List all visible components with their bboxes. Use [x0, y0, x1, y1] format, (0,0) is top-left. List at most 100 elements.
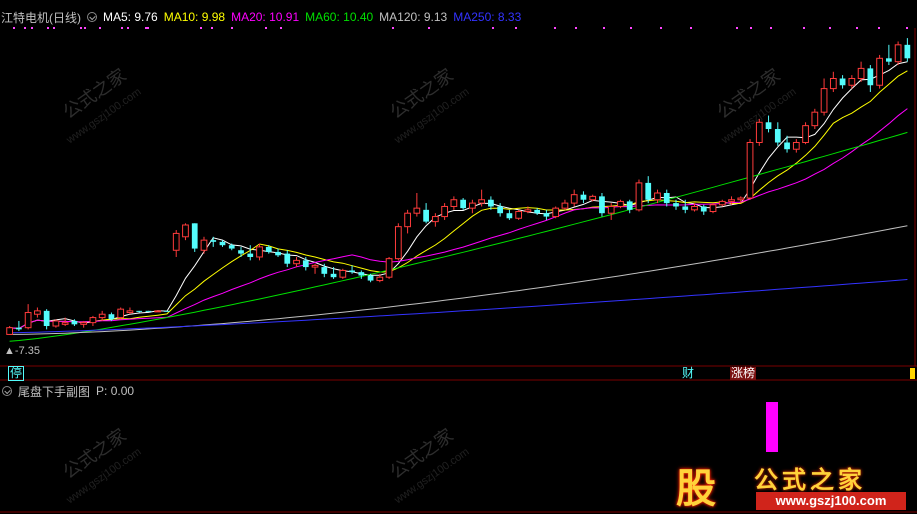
signal-dot [80, 27, 82, 29]
ma250-line [9, 279, 908, 334]
candle-body-down [265, 246, 272, 252]
signal-dot [515, 27, 517, 29]
ma250-label: MA250: 8.33 [453, 10, 522, 24]
candle-body-up [98, 313, 106, 319]
candle-body-down [580, 194, 587, 200]
candle-body-up [829, 78, 837, 90]
signal-dot [127, 27, 129, 29]
candle-body-up [256, 246, 263, 258]
signal-dot [211, 27, 213, 29]
signal-dot [392, 27, 394, 29]
candle-body-up [394, 226, 402, 260]
candle-body-up [404, 212, 411, 228]
candle-body-up [52, 320, 60, 327]
candle-body-up [172, 232, 180, 251]
ma60-line [9, 131, 908, 342]
candle-body-up [691, 205, 698, 211]
signal-dot [84, 27, 86, 29]
candle-body-down [839, 78, 846, 86]
candle-body-down [247, 253, 254, 257]
candle-body-up [339, 269, 347, 278]
signal-dot [603, 27, 605, 29]
candle-body-up [376, 276, 384, 282]
candle-body-up [441, 205, 448, 218]
candle-body-down [460, 199, 466, 209]
candle-body-down [534, 209, 541, 214]
signal-dot [575, 27, 577, 29]
signal-dot [145, 27, 147, 29]
candle-body-down [108, 314, 115, 320]
candle-body-down [423, 209, 429, 222]
candle-body-up [820, 88, 828, 113]
candle-body-down [700, 206, 707, 212]
signal-dot [24, 27, 26, 29]
signal-dot [231, 27, 233, 29]
candle-body-down [506, 213, 513, 219]
ma20-label: MA20: 10.91 [231, 10, 300, 24]
candle-body-up [117, 308, 125, 319]
candle-body-up [6, 327, 13, 335]
price-low-marker: ▲-7.35 [4, 344, 40, 358]
signal-dot [53, 27, 55, 29]
candle-body-up [746, 141, 754, 199]
candle-body-up [857, 67, 865, 80]
candle-body-up [802, 125, 809, 143]
candle-body-down [765, 122, 772, 130]
candle-body-up [200, 239, 208, 251]
candle-body-down [164, 310, 170, 312]
ma20-line [9, 108, 908, 330]
candle-body-down [904, 44, 911, 59]
logo-gu-icon: 股 [676, 466, 716, 512]
signal-dot [736, 27, 738, 29]
candle-body-up [469, 202, 476, 209]
finance-tag[interactable]: 财 [681, 367, 695, 380]
signal-dot [856, 27, 858, 29]
candle-body-down [275, 251, 281, 256]
candle-body-down [663, 193, 670, 204]
candle-body-up [431, 216, 439, 223]
candle-body-down [145, 310, 152, 312]
signal-dot [492, 27, 494, 29]
candle-body-down [16, 327, 22, 330]
low-arrow-icon: ▲- [4, 345, 19, 357]
candle-body-down [321, 267, 328, 274]
candle-body-down [774, 129, 781, 143]
candle-body-down [210, 240, 217, 242]
candle-body-up [311, 264, 319, 268]
candle-body-down [238, 250, 244, 254]
signal-dot [829, 27, 831, 29]
candle-body-down [784, 142, 790, 150]
candle-body-down [71, 320, 78, 325]
candle-body-down [43, 310, 50, 327]
candle-body-up [617, 200, 624, 207]
marker-yellow-bar [910, 368, 915, 379]
candle-body-up [755, 121, 763, 143]
signal-dot [750, 27, 752, 29]
candle-body-up [876, 57, 883, 86]
candle-body-down [302, 260, 309, 268]
sub-settings-circle-icon[interactable] [2, 386, 12, 396]
signal-dot [690, 27, 692, 29]
candle-body-down [599, 196, 605, 214]
signal-dot [803, 27, 805, 29]
candle-body-up [413, 207, 421, 214]
candle-body-up [34, 310, 41, 315]
settings-circle-icon[interactable] [87, 12, 97, 22]
signal-dot [265, 27, 267, 29]
candle-body-down [136, 310, 143, 312]
suspend-tag[interactable]: 停 [8, 366, 25, 381]
signal-dots [13, 27, 908, 29]
candle-body-up [718, 200, 726, 206]
candle-body-up [24, 312, 32, 329]
candle-body-up [524, 209, 532, 213]
ranking-tag[interactable]: 涨榜 [730, 367, 757, 380]
signal-dot [13, 27, 15, 29]
candle-body-up [848, 78, 856, 86]
candle-body-up [126, 310, 134, 314]
sub-panel-title[interactable]: 尾盘下手副图 [18, 383, 90, 400]
logo-text: 公式之家 [754, 467, 866, 494]
candle-body-up [570, 194, 578, 204]
signal-dot [200, 27, 202, 29]
stock-name[interactable]: 江特电机(日线) [1, 9, 81, 26]
candle-body-up [589, 195, 597, 201]
